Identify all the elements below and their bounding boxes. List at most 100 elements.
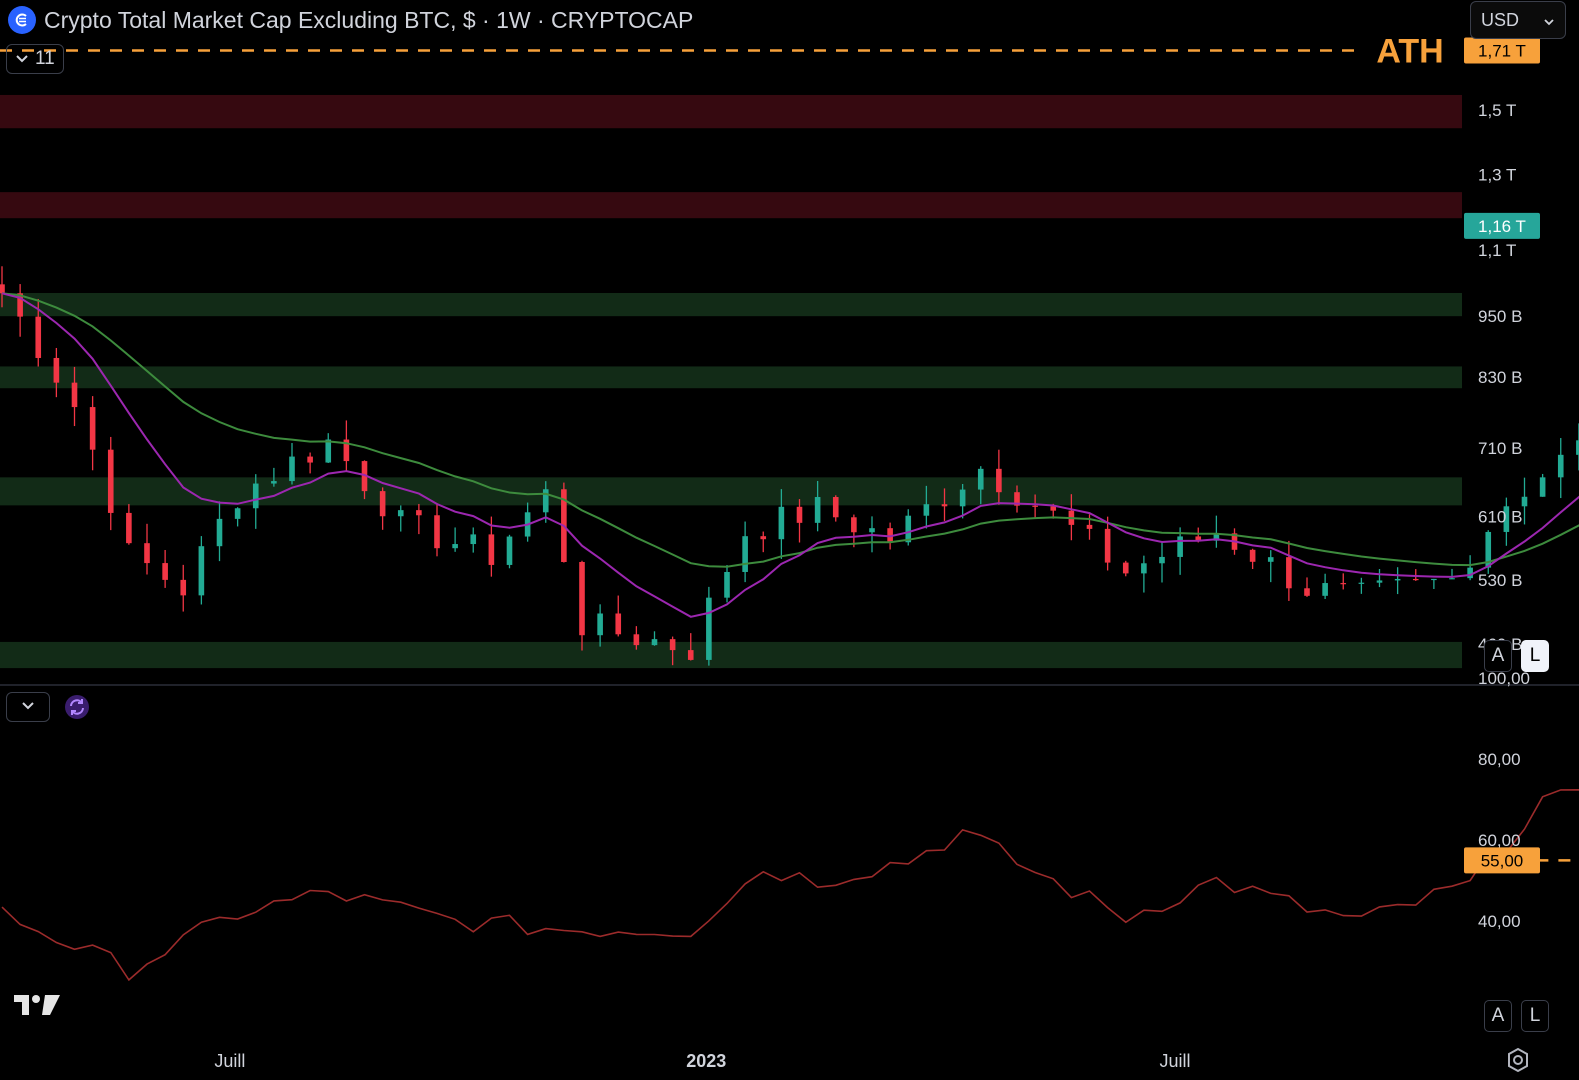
candle-body	[959, 489, 966, 507]
candle-body	[379, 491, 386, 517]
time-tick-label: Juill	[1159, 1051, 1190, 1071]
candle-body	[1159, 556, 1165, 564]
resistance-zone	[0, 94, 1462, 129]
candle-body	[597, 613, 603, 636]
price-tick-label: 1,1 T	[1478, 241, 1516, 260]
candle-body	[1557, 454, 1564, 478]
resistance-zone	[0, 192, 1462, 219]
candle-body	[1394, 578, 1401, 581]
ath-label: ATH	[1376, 33, 1443, 71]
candle-body	[35, 316, 42, 358]
chevron-down-icon	[21, 698, 35, 716]
candle-body	[923, 504, 930, 516]
gear-icon[interactable]	[1504, 1046, 1532, 1074]
chevron-down-icon	[15, 48, 29, 70]
price-tick-label: 710 B	[1478, 439, 1522, 458]
candle-body	[289, 456, 295, 482]
candle-body	[1032, 505, 1038, 507]
candle-body	[452, 544, 458, 549]
price-tick-label: 610 B	[1478, 507, 1522, 526]
candle-body	[126, 512, 132, 544]
candle-body	[144, 543, 150, 564]
auto-scale-button[interactable]: A	[1484, 1000, 1512, 1032]
candle-body	[180, 579, 187, 596]
price-tick-label: 950 B	[1478, 307, 1522, 326]
candle-body	[1267, 557, 1274, 562]
log-scale-button[interactable]: L	[1521, 1000, 1549, 1032]
candle-body	[1050, 506, 1057, 511]
candle-body	[89, 407, 96, 450]
candle-body	[977, 468, 984, 490]
candle-body	[814, 497, 821, 523]
candle-body	[796, 506, 803, 523]
candle-body	[53, 357, 60, 383]
candle-body	[198, 546, 205, 596]
candle-body	[633, 634, 640, 646]
candle-body	[579, 561, 585, 636]
collapse-legend-button[interactable]: 11	[6, 44, 64, 74]
price-axis[interactable]: 1,8 T1,5 T1,3 T1,1 T950 B830 B710 B610 B…	[1464, 18, 1540, 931]
candle-body	[669, 639, 676, 651]
support-zone	[0, 477, 1462, 506]
candle-body	[760, 536, 767, 540]
candle-body	[1304, 588, 1310, 596]
rsi-level-value: 55,00	[1481, 851, 1524, 870]
candle-body	[434, 515, 440, 549]
time-tick-label: 2023	[686, 1051, 726, 1071]
support-zone	[0, 641, 1462, 669]
candle-body	[1104, 528, 1111, 563]
candle-body	[416, 510, 422, 516]
rsi-tick-label: 40,00	[1478, 912, 1521, 931]
rsi-tick-label: 60,00	[1478, 831, 1521, 850]
time-tick-label: Juill	[214, 1051, 245, 1071]
candle-body	[687, 650, 694, 660]
tradingview-logo-icon[interactable]	[12, 992, 64, 1018]
indicator-count: 11	[35, 48, 55, 69]
candle-body	[1376, 580, 1383, 583]
symbol-title[interactable]: Crypto Total Market Cap Excluding BTC, $…	[44, 7, 693, 34]
collapse-indicator-button[interactable]	[6, 692, 50, 722]
candle-body	[542, 489, 549, 513]
candle-body	[0, 284, 5, 294]
candle-body	[778, 506, 785, 540]
candle-body	[1412, 578, 1419, 581]
rsi-tick-label: 80,00	[1478, 750, 1521, 769]
candle-body	[1467, 567, 1473, 579]
rsi-line	[1, 788, 1579, 982]
price-tick-label: 530 B	[1478, 571, 1522, 590]
price-tick-label: 1,3 T	[1478, 165, 1516, 184]
candle-body	[234, 508, 241, 519]
candle-body	[271, 481, 277, 484]
candle-body	[1141, 563, 1147, 574]
log-scale-button[interactable]: L	[1521, 640, 1549, 672]
candle-body	[1177, 536, 1183, 557]
last-price-value: 1,16 T	[1478, 217, 1526, 236]
candle-body	[869, 528, 875, 533]
candle-body	[397, 510, 404, 517]
candle-body	[615, 613, 622, 635]
candle-body	[1122, 562, 1129, 574]
candle-body	[941, 504, 948, 507]
candle-body	[1340, 583, 1347, 585]
candle-body	[107, 449, 114, 513]
refresh-icon[interactable]	[62, 692, 92, 722]
ath-price-value: 1,71 T	[1478, 42, 1526, 61]
candle-body	[996, 468, 1002, 493]
chart-canvas[interactable]: ATH 1,8 T1,5 T1,3 T1,1 T950 B830 B710 B6…	[0, 0, 1579, 1080]
candlestick-series	[0, 266, 1579, 666]
time-axis[interactable]: Juill2023Juill2024Juill2025Juill2026	[214, 1051, 1579, 1071]
support-zone	[0, 292, 1462, 317]
candle-body	[1539, 477, 1546, 497]
candle-body	[1322, 583, 1328, 596]
candle-body	[706, 597, 712, 660]
candle-body	[506, 536, 513, 565]
candle-body	[1521, 496, 1528, 507]
currency-select[interactable]: USD	[1470, 1, 1566, 39]
candle-body	[1358, 582, 1365, 584]
crypto-cap-logo-icon	[8, 6, 36, 34]
candle-body	[325, 439, 332, 463]
candle-body	[1431, 578, 1437, 581]
candle-body	[307, 456, 313, 463]
candle-body	[724, 571, 730, 598]
auto-scale-button[interactable]: A	[1484, 640, 1512, 672]
